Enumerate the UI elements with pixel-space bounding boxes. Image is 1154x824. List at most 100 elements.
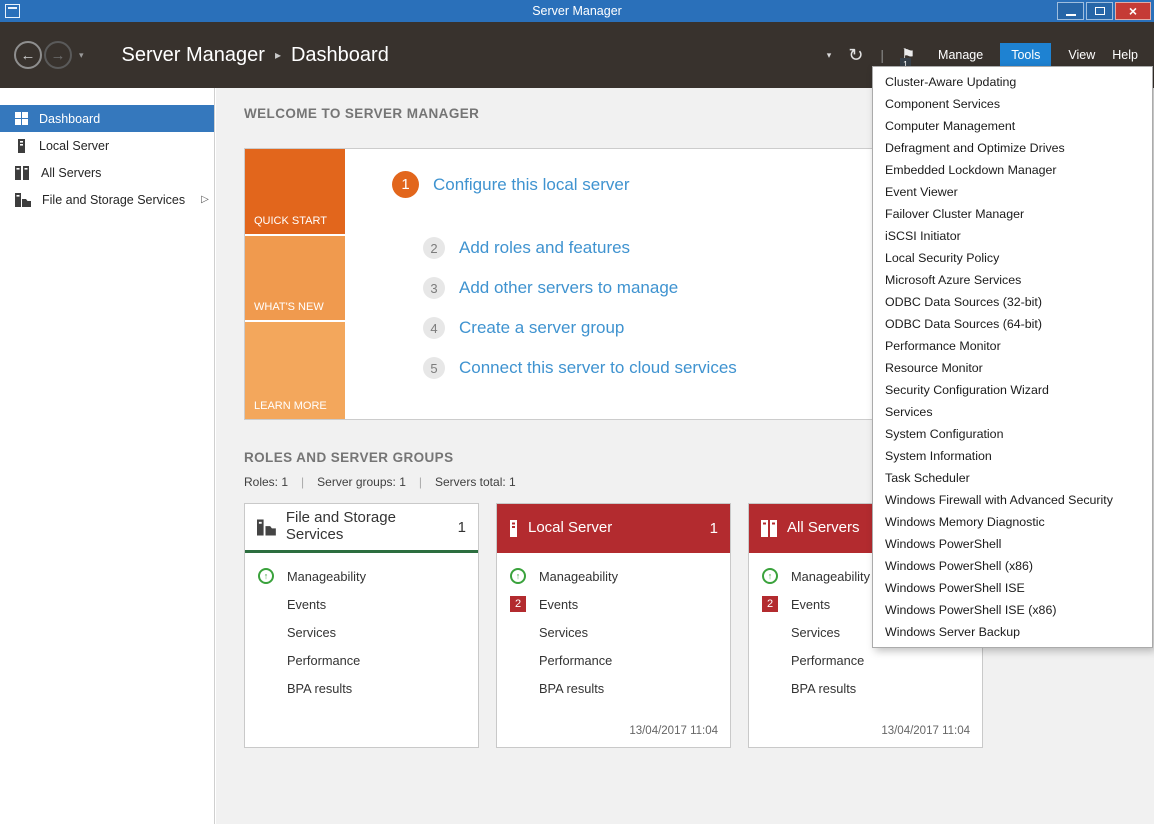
tools-menu-item[interactable]: Windows Firewall with Advanced Security: [873, 489, 1152, 511]
notifications-caret-icon[interactable]: ▾: [827, 50, 832, 61]
notifications-flag-button[interactable]: ⚑ 1: [901, 45, 921, 65]
close-button[interactable]: ×: [1115, 2, 1151, 20]
menu-view[interactable]: View: [1068, 48, 1095, 62]
card-row-performance[interactable]: Performance: [245, 646, 478, 674]
step-add-roles-features[interactable]: 2 Add roles and features: [423, 237, 630, 259]
tools-menu-item[interactable]: Event Viewer: [873, 181, 1152, 203]
step-configure-local-server[interactable]: 1 Configure this local server: [392, 171, 630, 198]
dashboard-icon: [15, 112, 28, 125]
sidebar-item-label: Local Server: [39, 139, 109, 153]
sidebar-item-label: Dashboard: [39, 112, 100, 126]
tools-menu-item[interactable]: Windows PowerShell ISE: [873, 577, 1152, 599]
nav-divider: |: [880, 47, 884, 63]
tools-menu-item[interactable]: Component Services: [873, 93, 1152, 115]
card-row-performance[interactable]: Performance: [497, 646, 730, 674]
tools-menu-item[interactable]: Cluster-Aware Updating: [873, 71, 1152, 93]
forward-button[interactable]: →: [44, 41, 72, 69]
tools-menu-item[interactable]: Embedded Lockdown Manager: [873, 159, 1152, 181]
card-header[interactable]: Local Server 1: [497, 504, 730, 553]
tools-menu-item[interactable]: ODBC Data Sources (32-bit): [873, 291, 1152, 313]
tab-whats-new[interactable]: WHAT'S NEW: [245, 236, 345, 320]
manageability-ok-icon: ↑: [510, 568, 526, 584]
row-label: Performance: [287, 653, 360, 668]
card-row-bpa-results[interactable]: BPA results: [497, 674, 730, 702]
tab-label: QUICK START: [254, 215, 327, 227]
tab-label: LEARN MORE: [254, 400, 327, 412]
tools-menu-item[interactable]: Windows Server Backup: [873, 621, 1152, 643]
step-number-badge: 4: [423, 317, 445, 339]
step-add-other-servers[interactable]: 3 Add other servers to manage: [423, 277, 678, 299]
card-row-services[interactable]: Services: [497, 618, 730, 646]
tools-menu-item[interactable]: Services: [873, 401, 1152, 423]
step-create-server-group[interactable]: 4 Create a server group: [423, 317, 624, 339]
card-title: File and Storage Services: [286, 510, 448, 544]
tools-menu-item[interactable]: Resource Monitor: [873, 357, 1152, 379]
menu-tools[interactable]: Tools: [1000, 43, 1051, 67]
row-label: Events: [539, 597, 578, 612]
step-link[interactable]: Add other servers to manage: [459, 278, 678, 298]
restore-button[interactable]: [1086, 2, 1113, 20]
tools-menu-item[interactable]: ODBC Data Sources (64-bit): [873, 313, 1152, 335]
row-label: Events: [791, 597, 830, 612]
manageability-ok-icon: ↑: [258, 568, 274, 584]
card-row-manageability[interactable]: ↑ Manageability: [245, 562, 478, 590]
card-row-performance[interactable]: Performance: [749, 646, 982, 674]
card-row-services[interactable]: Services: [245, 618, 478, 646]
history-caret-icon[interactable]: ▾: [79, 50, 84, 61]
row-label: Performance: [791, 653, 864, 668]
sidebar-item-all-servers[interactable]: All Servers: [0, 159, 214, 186]
tools-menu-item[interactable]: Microsoft Azure Services: [873, 269, 1152, 291]
sidebar-item-label: All Servers: [41, 166, 101, 180]
tools-menu-item[interactable]: Windows PowerShell (x86): [873, 555, 1152, 577]
card-row-manageability[interactable]: ↑ Manageability: [497, 562, 730, 590]
sidebar-item-file-storage-services[interactable]: File and Storage Services ▷: [0, 186, 214, 213]
tools-menu-item[interactable]: System Configuration: [873, 423, 1152, 445]
server-icon: [15, 139, 28, 153]
servers-icon: [761, 520, 777, 537]
tab-quick-start[interactable]: QUICK START: [245, 149, 345, 234]
tools-menu-item[interactable]: iSCSI Initiator: [873, 225, 1152, 247]
events-count-badge: 2: [762, 596, 778, 612]
minimize-icon: [1066, 14, 1076, 16]
expand-chevron-icon[interactable]: ▷: [201, 194, 209, 205]
tab-learn-more[interactable]: LEARN MORE: [245, 322, 345, 419]
server-groups-count: Server groups: 1: [317, 475, 406, 489]
card-row-bpa-results[interactable]: BPA results: [245, 674, 478, 702]
menu-help[interactable]: Help: [1112, 48, 1138, 62]
sidebar-item-local-server[interactable]: Local Server: [0, 132, 214, 159]
tools-menu-item[interactable]: Security Configuration Wizard: [873, 379, 1152, 401]
card-row-events[interactable]: Events: [245, 590, 478, 618]
tools-menu-item[interactable]: Local Security Policy: [873, 247, 1152, 269]
step-link[interactable]: Add roles and features: [459, 238, 630, 258]
breadcrumb-root[interactable]: Server Manager: [122, 44, 265, 67]
row-label: BPA results: [539, 681, 604, 696]
tools-menu-item[interactable]: System Information: [873, 445, 1152, 467]
tools-menu-item[interactable]: Windows Memory Diagnostic: [873, 511, 1152, 533]
step-number-badge: 3: [423, 277, 445, 299]
step-link[interactable]: Create a server group: [459, 318, 624, 338]
step-link[interactable]: Connect this server to cloud services: [459, 358, 737, 378]
tools-menu-item[interactable]: Windows PowerShell ISE (x86): [873, 599, 1152, 621]
tools-menu-item[interactable]: Failover Cluster Manager: [873, 203, 1152, 225]
events-count-badge: 2: [510, 596, 526, 612]
back-button[interactable]: ←: [14, 41, 42, 69]
card-timestamp: 13/04/2017 11:04: [881, 725, 970, 737]
minimize-button[interactable]: [1057, 2, 1084, 20]
refresh-icon[interactable]: ↻: [848, 45, 863, 66]
card-title: Local Server: [528, 520, 612, 537]
tools-menu-item[interactable]: Performance Monitor: [873, 335, 1152, 357]
card-header[interactable]: File and Storage Services 1: [245, 504, 478, 553]
step-link[interactable]: Configure this local server: [433, 175, 630, 195]
card-row-events[interactable]: 2 Events: [497, 590, 730, 618]
tools-menu-item[interactable]: Windows PowerShell: [873, 533, 1152, 555]
step-connect-cloud-services[interactable]: 5 Connect this server to cloud services: [423, 357, 737, 379]
menu-manage[interactable]: Manage: [938, 48, 983, 62]
card-row-bpa-results[interactable]: BPA results: [749, 674, 982, 702]
tools-menu-item[interactable]: Computer Management: [873, 115, 1152, 137]
step-number-badge: 5: [423, 357, 445, 379]
sidebar-item-dashboard[interactable]: Dashboard: [0, 105, 214, 132]
tools-menu-item[interactable]: Task Scheduler: [873, 467, 1152, 489]
tools-menu-item[interactable]: Defragment and Optimize Drives: [873, 137, 1152, 159]
row-label: Services: [539, 625, 588, 640]
card-timestamp: 13/04/2017 11:04: [629, 725, 718, 737]
